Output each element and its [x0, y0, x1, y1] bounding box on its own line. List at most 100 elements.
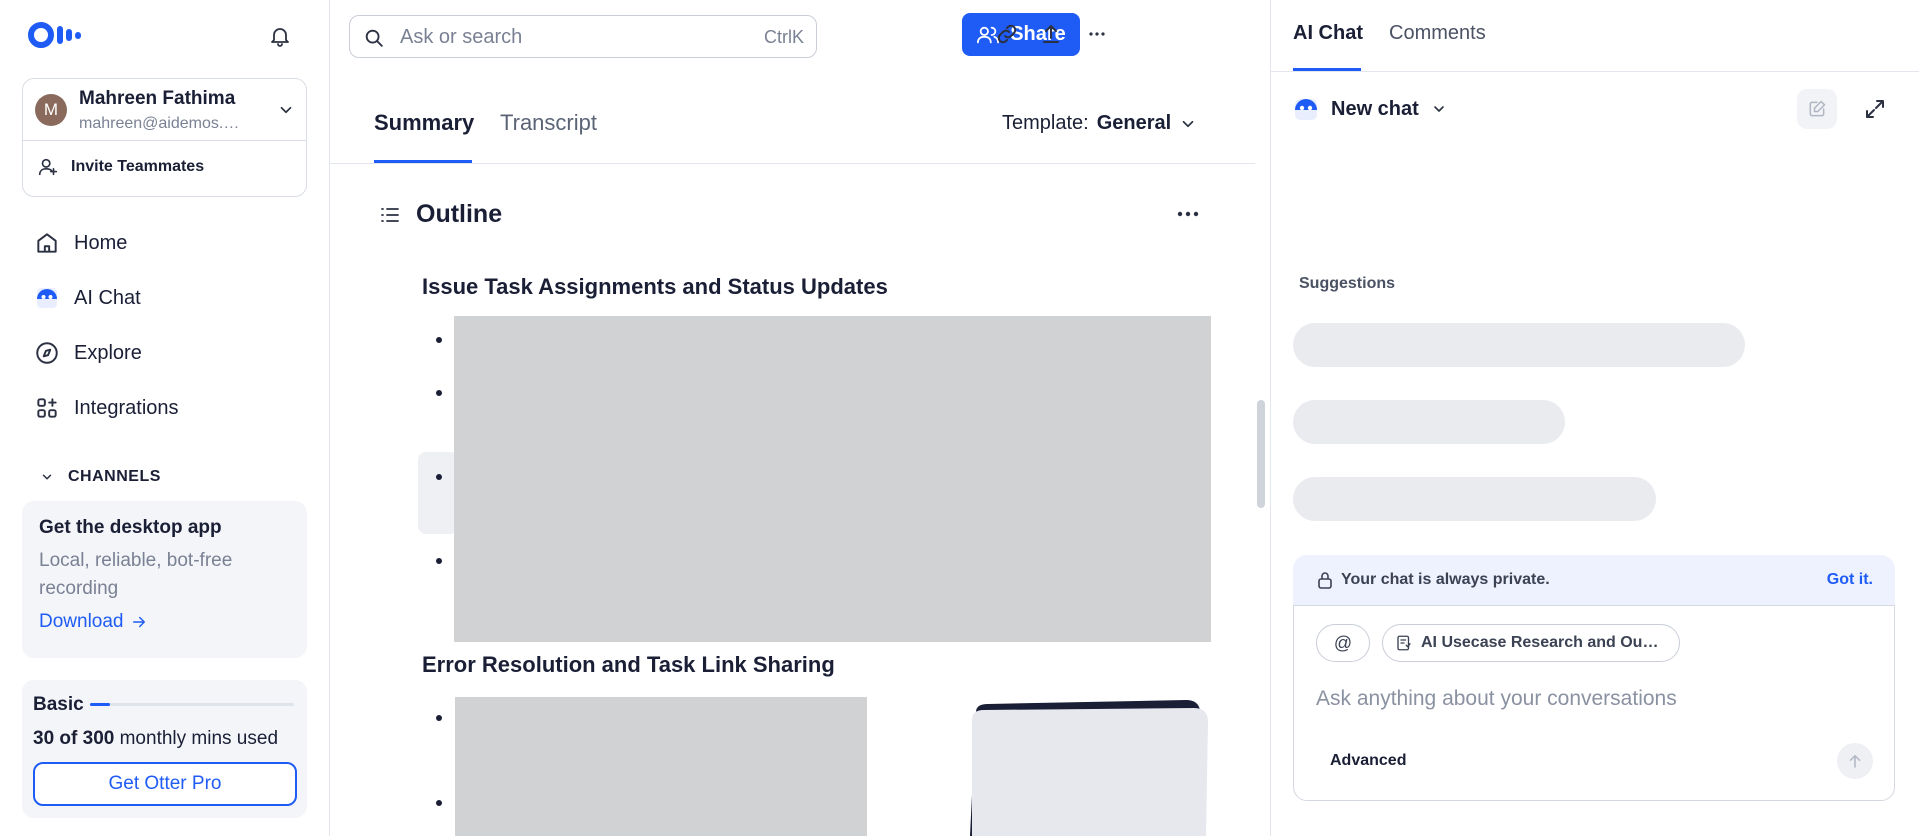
- new-chat-label: New chat: [1331, 97, 1419, 120]
- expand-icon[interactable]: [1863, 97, 1887, 121]
- search-placeholder: Ask or search: [400, 26, 523, 48]
- channels-label: CHANNELS: [68, 468, 161, 485]
- redacted-content: [455, 697, 867, 836]
- privacy-text: Your chat is always private.: [1341, 571, 1550, 588]
- suggestion-skeleton: [1293, 477, 1656, 521]
- template-dropdown[interactable]: Template: General: [1002, 112, 1197, 135]
- mention-button[interactable]: @: [1316, 624, 1370, 662]
- otter-bot-icon: [1295, 99, 1317, 120]
- outline-section-title: Error Resolution and Task Link Sharing: [422, 652, 835, 677]
- bullet: [436, 390, 442, 396]
- chevron-down-icon: [1182, 120, 1194, 127]
- arrow-up-icon: [1849, 755, 1861, 768]
- sidebar-item-label: Home: [74, 231, 128, 254]
- chevron-down-icon: [1434, 106, 1444, 112]
- account-switcher[interactable]: M Mahreen Fathima mahreen@aidemos.…: [23, 79, 306, 141]
- avatar: M: [35, 94, 67, 126]
- tab-comments[interactable]: Comments: [1389, 22, 1486, 45]
- bell-icon[interactable]: [268, 24, 292, 48]
- search-input[interactable]: Ask or search CtrlK: [349, 15, 817, 58]
- template-value: General: [1096, 112, 1172, 134]
- active-tab-indicator: [374, 160, 472, 163]
- export-icon[interactable]: [1039, 22, 1063, 46]
- sidebar-item-label: Integrations: [74, 396, 179, 419]
- sidebar-item-explore[interactable]: Explore: [34, 340, 294, 366]
- document-icon: [1397, 635, 1411, 651]
- desktop-app-card: Get the desktop app Local, reliable, bot…: [22, 501, 307, 658]
- bullet: [436, 558, 442, 564]
- bullet: [436, 715, 442, 721]
- scrollbar[interactable]: [1257, 400, 1265, 508]
- sidebar-item-ai-chat[interactable]: AI Chat: [34, 285, 294, 311]
- chevron-down-icon[interactable]: [277, 101, 295, 119]
- sidebar-item-label: AI Chat: [74, 286, 141, 309]
- advanced-toggle[interactable]: Advanced: [1330, 752, 1406, 770]
- account-email: mahreen@aidemos.…: [79, 115, 240, 132]
- divider: [1271, 71, 1919, 72]
- context-chip[interactable]: AI Usecase Research and Ou…: [1382, 624, 1680, 662]
- bullet: [436, 800, 442, 806]
- account-card: M Mahreen Fathima mahreen@aidemos.… Invi…: [22, 78, 307, 197]
- suggestion-skeleton: [1293, 323, 1745, 367]
- invite-label: Invite Teammates: [71, 158, 205, 175]
- compose-icon: [1809, 100, 1826, 117]
- send-button[interactable]: [1837, 743, 1873, 779]
- invite-teammates-button[interactable]: Invite Teammates: [37, 156, 204, 178]
- suggestion-skeleton: [1293, 400, 1565, 444]
- lock-icon: [1318, 572, 1332, 589]
- chat-input[interactable]: Ask anything about your conversations: [1316, 687, 1677, 711]
- bullet: [436, 337, 442, 343]
- ai-chat-panel: AI Chat Comments New chat Suggestions Yo…: [1271, 0, 1919, 836]
- usage-suffix: monthly mins used: [114, 728, 279, 749]
- usage-text: 30 of 300 monthly mins used: [33, 728, 278, 750]
- add-user-icon: [38, 158, 58, 176]
- context-chip-label: AI Usecase Research and Ou…: [1421, 634, 1659, 651]
- outline-more-icon[interactable]: [1175, 206, 1201, 222]
- outline-header: Outline: [378, 200, 502, 229]
- search-icon: [365, 29, 383, 47]
- template-label: Template:: [1002, 112, 1089, 134]
- privacy-banner: Your chat is always private. Got it.: [1293, 555, 1895, 605]
- usage-count: 30 of 300: [33, 728, 115, 749]
- ai-chat-icon: [37, 288, 57, 308]
- plan-name: Basic: [33, 694, 84, 715]
- channels-toggle[interactable]: CHANNELS: [40, 468, 161, 486]
- download-label: Download: [39, 611, 124, 632]
- integrations-icon: [37, 398, 57, 418]
- arrow-right-icon: [132, 616, 145, 628]
- bullet-hover-row: [418, 452, 458, 534]
- download-link[interactable]: Download: [39, 611, 290, 633]
- tab-summary[interactable]: Summary: [374, 110, 474, 136]
- usage-progress-bar: [90, 703, 294, 706]
- link-icon[interactable]: [995, 22, 1019, 46]
- bullet: [436, 474, 442, 480]
- sidebar-item-label: Explore: [74, 341, 142, 364]
- sidebar: M Mahreen Fathima mahreen@aidemos.… Invi…: [0, 0, 330, 836]
- home-icon: [37, 233, 57, 253]
- tab-ai-chat[interactable]: AI Chat: [1293, 22, 1363, 45]
- otter-logo[interactable]: [28, 22, 81, 48]
- usage-progress-fill: [90, 703, 111, 706]
- content-tabs: Summary Transcript Template: General: [330, 72, 1255, 164]
- sidebar-item-home[interactable]: Home: [34, 230, 294, 256]
- chevron-down-icon: [42, 474, 52, 480]
- chat-composer: @ AI Usecase Research and Ou… Ask anythi…: [1293, 605, 1895, 801]
- list-icon: [381, 207, 399, 222]
- compass-icon: [36, 342, 58, 364]
- main-content: Ask or search CtrlK Share Summary Transc…: [330, 0, 1271, 836]
- get-otter-pro-button[interactable]: Get Otter Pro: [33, 762, 297, 806]
- outline-section-title: Issue Task Assignments and Status Update…: [422, 274, 888, 299]
- new-chat-button[interactable]: [1797, 89, 1837, 129]
- more-icon[interactable]: [1085, 22, 1109, 46]
- got-it-button[interactable]: Got it.: [1827, 571, 1873, 589]
- redacted-content: [454, 316, 1211, 642]
- tab-transcript[interactable]: Transcript: [500, 110, 597, 136]
- new-chat-dropdown[interactable]: New chat: [1293, 96, 1447, 122]
- sidebar-item-integrations[interactable]: Integrations: [34, 395, 294, 421]
- screenshot-thumbnail: [970, 700, 1208, 836]
- suggestions-label: Suggestions: [1299, 275, 1396, 292]
- desktop-card-title: Get the desktop app: [39, 517, 222, 538]
- account-name: Mahreen Fathima: [79, 88, 236, 109]
- search-shortcut: CtrlK: [764, 27, 804, 47]
- desktop-card-description: Local, reliable, bot-free recording: [39, 550, 233, 599]
